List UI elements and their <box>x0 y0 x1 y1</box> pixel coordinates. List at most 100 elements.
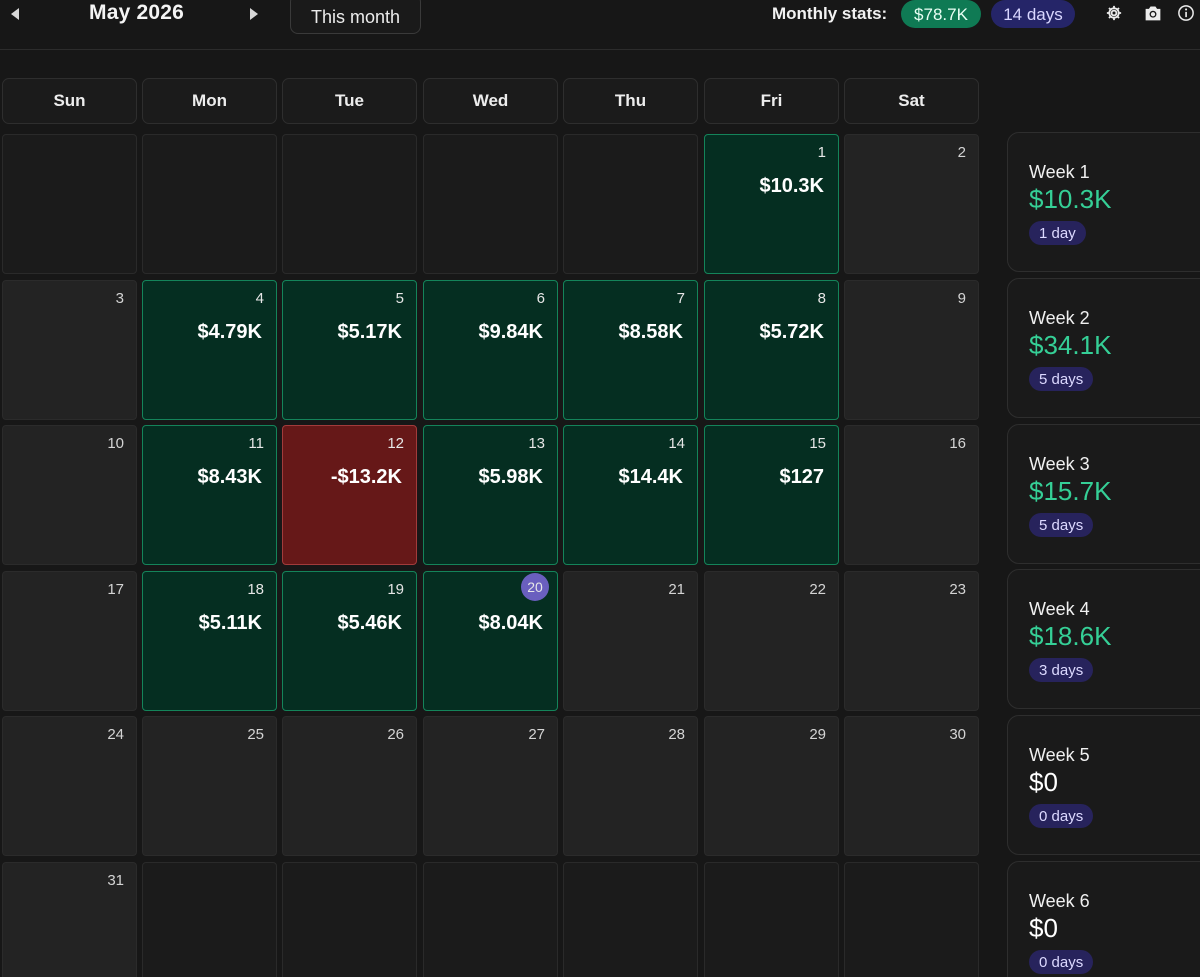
day-cell[interactable]: 27 <box>423 716 558 856</box>
day-cell[interactable]: 11 $8.43K <box>142 425 277 565</box>
day-cell[interactable]: 3 <box>2 280 137 420</box>
day-cell[interactable]: 1 $10.3K <box>704 134 839 274</box>
day-pnl-value: $9.84K <box>478 321 544 343</box>
day-number: 12 <box>387 435 404 452</box>
day-cell[interactable]: 13 $5.98K <box>423 425 558 565</box>
empty-day-cell <box>142 862 277 977</box>
weekday-header: Tue <box>282 78 417 124</box>
week-summary-card[interactable]: Week 5 $0 0 days <box>1007 715 1200 855</box>
day-number: 19 <box>387 581 404 598</box>
day-cell[interactable]: 24 <box>2 716 137 856</box>
day-cell[interactable]: 23 <box>844 571 979 711</box>
triangle-left-icon[interactable] <box>5 6 25 22</box>
day-cell[interactable]: 16 <box>844 425 979 565</box>
empty-day-cell <box>423 134 558 274</box>
camera-icon[interactable] <box>1143 3 1163 23</box>
day-cell[interactable]: 29 <box>704 716 839 856</box>
day-pnl-value: $8.04K <box>478 612 544 634</box>
week-pnl-value: $0 <box>1029 767 1058 797</box>
day-cell[interactable]: 10 <box>2 425 137 565</box>
week-summary-card[interactable]: Week 1 $10.3K 1 day <box>1007 132 1200 272</box>
empty-day-cell <box>563 862 698 977</box>
day-cell[interactable]: 14 $14.4K <box>563 425 698 565</box>
day-pnl-value: $8.58K <box>618 321 684 343</box>
day-pnl-value: $127 <box>779 466 825 488</box>
day-cell[interactable]: 2 <box>844 134 979 274</box>
week-pnl-value: $34.1K <box>1029 330 1112 360</box>
monthly-days-badge: 14 days <box>991 0 1075 28</box>
day-pnl-value: $5.17K <box>337 321 403 343</box>
day-number: 10 <box>107 435 124 452</box>
month-title: May 2026 <box>89 1 185 24</box>
weekday-header: Mon <box>142 78 277 124</box>
empty-day-cell <box>563 134 698 274</box>
day-number: 21 <box>668 581 685 598</box>
day-number: 17 <box>107 581 124 598</box>
gear-icon[interactable] <box>1104 3 1124 23</box>
day-cell[interactable]: 31 <box>2 862 137 977</box>
day-cell[interactable]: 15 $127 <box>704 425 839 565</box>
day-pnl-value: $5.72K <box>759 321 825 343</box>
day-cell[interactable]: 26 <box>282 716 417 856</box>
day-pnl-value: $8.43K <box>197 466 263 488</box>
empty-day-cell <box>844 862 979 977</box>
day-cell[interactable]: 9 <box>844 280 979 420</box>
day-cell[interactable]: 6 $9.84K <box>423 280 558 420</box>
day-cell[interactable]: 8 $5.72K <box>704 280 839 420</box>
day-cell[interactable]: 21 <box>563 571 698 711</box>
day-number: 30 <box>949 726 966 743</box>
day-number: 24 <box>107 726 124 743</box>
empty-day-cell <box>282 134 417 274</box>
day-number: 8 <box>817 290 826 307</box>
empty-day-cell <box>2 134 137 274</box>
day-cell[interactable]: 4 $4.79K <box>142 280 277 420</box>
week-days-badge: 5 days <box>1029 513 1094 537</box>
empty-day-cell <box>704 862 839 977</box>
empty-day-cell <box>142 134 277 274</box>
day-cell[interactable]: 19 $5.46K <box>282 571 417 711</box>
info-icon[interactable] <box>1176 3 1196 23</box>
week-summary-card[interactable]: Week 2 $34.1K 5 days <box>1007 278 1200 418</box>
week-pnl-value: $18.6K <box>1029 621 1112 651</box>
day-cell[interactable]: 28 <box>563 716 698 856</box>
day-cell[interactable]: 20 $8.04K <box>423 571 558 711</box>
day-number: 11 <box>248 435 264 452</box>
day-number: 6 <box>536 290 545 307</box>
week-pnl-value: $0 <box>1029 913 1058 943</box>
day-number: 27 <box>528 726 545 743</box>
day-number: 22 <box>809 581 826 598</box>
day-cell[interactable]: 25 <box>142 716 277 856</box>
day-number: 29 <box>809 726 826 743</box>
empty-day-cell <box>423 862 558 977</box>
day-number: 16 <box>949 435 966 452</box>
day-cell[interactable]: 7 $8.58K <box>563 280 698 420</box>
week-summary-card[interactable]: Week 4 $18.6K 3 days <box>1007 569 1200 709</box>
triangle-right-icon[interactable] <box>244 6 264 22</box>
calendar-header: May 2026 This month Monthly stats: $78.7… <box>0 0 1200 50</box>
day-number: 26 <box>387 726 404 743</box>
day-cell[interactable]: 12 -$13.2K <box>282 425 417 565</box>
day-cell[interactable]: 18 $5.11K <box>142 571 277 711</box>
day-cell[interactable]: 17 <box>2 571 137 711</box>
day-number: 18 <box>247 581 264 598</box>
weekday-header: Sat <box>844 78 979 124</box>
week-summary-card[interactable]: Week 6 $0 0 days <box>1007 861 1200 977</box>
week-days-badge: 1 day <box>1029 221 1086 245</box>
day-pnl-value: $5.98K <box>478 466 544 488</box>
day-pnl-value: $14.4K <box>618 466 684 488</box>
day-number: 2 <box>957 144 966 161</box>
day-number: 3 <box>115 290 124 307</box>
day-pnl-value: $5.11K <box>198 612 262 634</box>
monthly-stats-label: Monthly stats: <box>772 4 888 23</box>
week-summary-card[interactable]: Week 3 $15.7K 5 days <box>1007 424 1200 564</box>
weekday-header: Sun <box>2 78 137 124</box>
this-month-button[interactable]: This month <box>290 0 421 34</box>
day-number: 14 <box>668 435 685 452</box>
day-number: 25 <box>247 726 264 743</box>
day-cell[interactable]: 5 $5.17K <box>282 280 417 420</box>
day-cell[interactable]: 30 <box>844 716 979 856</box>
empty-day-cell <box>282 862 417 977</box>
day-number: 4 <box>255 290 264 307</box>
week-label: Week 6 <box>1029 891 1090 911</box>
day-cell[interactable]: 22 <box>704 571 839 711</box>
